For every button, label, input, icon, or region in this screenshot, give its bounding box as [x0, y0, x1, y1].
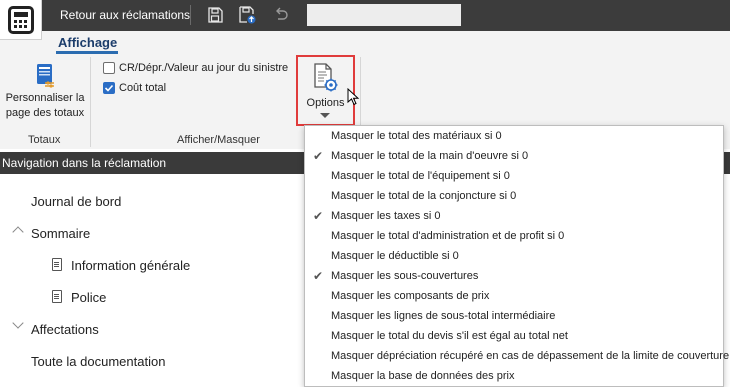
title-bar: Retour aux réclamations: [0, 0, 730, 31]
calculator-icon: [7, 5, 34, 34]
menu-item-label: Masquer les lignes de sous-total intermé…: [331, 310, 556, 322]
menu-item-label: Masquer dépréciation récupéré en cas de …: [331, 350, 730, 362]
checkbox-cr-box[interactable]: [103, 62, 115, 74]
menu-item-label: Masquer le déductible si 0: [331, 250, 459, 262]
menu-item[interactable]: Masquer les lignes de sous-total intermé…: [305, 306, 723, 326]
menu-item-label: Masquer les composants de prix: [331, 290, 490, 302]
checkbox-cr-depr[interactable]: CR/Dépr./Valeur au jour du sinistre: [103, 60, 288, 76]
checkbox-cout-label: Coût total: [119, 82, 167, 94]
save-upload-icon: [239, 6, 256, 24]
undo-icon: [276, 7, 288, 20]
checkmark-icon: ✔: [313, 209, 324, 223]
chevron-down-icon[interactable]: [12, 317, 24, 329]
checkbox-cout-box[interactable]: [103, 82, 115, 94]
options-document-gear-icon: [314, 63, 338, 92]
nav-item-toute-documentation[interactable]: Toute la documentation: [31, 354, 165, 369]
personalize-label-line2: page des totaux: [5, 107, 85, 119]
document-icon: [52, 290, 62, 303]
mouse-cursor-icon: [347, 88, 360, 106]
group-label-totaux: Totaux: [28, 134, 61, 146]
menu-item[interactable]: Masquer dépréciation récupéré en cas de …: [305, 346, 729, 366]
menu-item[interactable]: ✔ Masquer le total de la main d'oeuvre si…: [305, 146, 723, 166]
back-to-claims-link[interactable]: Retour aux réclamations: [60, 8, 190, 22]
save-and-upload-button[interactable]: [236, 4, 258, 26]
group-divider: [90, 57, 91, 147]
active-tab-indicator: [56, 51, 118, 54]
menu-item[interactable]: Masquer le déductible si 0: [305, 246, 723, 266]
undo-button[interactable]: [270, 4, 292, 26]
menu-item-label: Masquer le total du devis s'il est égal …: [331, 330, 568, 342]
menu-item-label: Masquer les sous-couvertures: [331, 270, 479, 282]
checkbox-cout-total[interactable]: Coût total: [103, 80, 166, 96]
nav-item-affectations[interactable]: Affectations: [31, 322, 99, 337]
menu-item-label: Masquer les taxes si 0: [331, 210, 441, 222]
tab-affichage[interactable]: Affichage: [58, 35, 117, 50]
options-label: Options: [306, 97, 345, 109]
menu-item[interactable]: Masquer la base de données des prix: [305, 366, 723, 386]
menu-item-label: Masquer la base de données des prix: [331, 370, 515, 382]
menu-item[interactable]: Masquer le total d'administration et de …: [305, 226, 723, 246]
menu-item[interactable]: Masquer le total de la conjoncture si 0: [305, 186, 723, 206]
nav-item-sommaire[interactable]: Sommaire: [31, 226, 90, 241]
menu-item-label: Masquer le total des matériaux si 0: [331, 130, 502, 142]
nav-item-police[interactable]: Police: [71, 290, 106, 305]
options-dropdown-menu: Masquer le total des matériaux si 0 ✔ Masq…: [304, 125, 729, 387]
app-logo: [0, 0, 42, 40]
menu-item-label: Masquer le total de la conjoncture si 0: [331, 190, 517, 202]
save-button[interactable]: [204, 4, 226, 26]
menu-item-label: Masquer le total d'administration et de …: [331, 230, 565, 242]
nav-item-journal[interactable]: Journal de bord: [31, 194, 121, 209]
nav-item-information-generale[interactable]: Information générale: [71, 258, 190, 273]
menu-item[interactable]: Masquer le total du devis s'il est égal …: [305, 326, 723, 346]
chevron-down-icon: [320, 113, 330, 118]
toolbar-divider: [190, 5, 191, 25]
personalize-totals-button[interactable]: Personnaliser la page des totaux: [4, 63, 86, 127]
checkbox-cr-label: CR/Dépr./Valeur au jour du sinistre: [119, 62, 289, 74]
totals-page-icon: [37, 64, 54, 88]
chevron-up-icon[interactable]: [12, 226, 24, 238]
checkmark-icon: ✔: [313, 269, 324, 283]
checkmark-icon: [104, 84, 114, 92]
menu-item[interactable]: Masquer le total de l'équipement si 0: [305, 166, 723, 186]
group-label-afficher-masquer: Afficher/Masquer: [177, 134, 260, 146]
title-field[interactable]: [307, 4, 461, 26]
menu-item[interactable]: Masquer le total des matériaux si 0: [305, 126, 723, 146]
checkmark-icon: ✔: [313, 149, 324, 163]
menu-item-label: Masquer le total de l'équipement si 0: [331, 170, 510, 182]
menu-item[interactable]: Masquer les composants de prix: [305, 286, 723, 306]
menu-item-label: Masquer le total de la main d'oeuvre si …: [331, 150, 529, 162]
personalize-label-line1: Personnaliser la: [5, 92, 85, 104]
menu-item[interactable]: ✔ Masquer les taxes si 0: [305, 206, 723, 226]
save-icon: [208, 7, 223, 23]
menu-item[interactable]: ✔ Masquer les sous-couvertures: [305, 266, 723, 286]
document-icon: [52, 258, 62, 271]
